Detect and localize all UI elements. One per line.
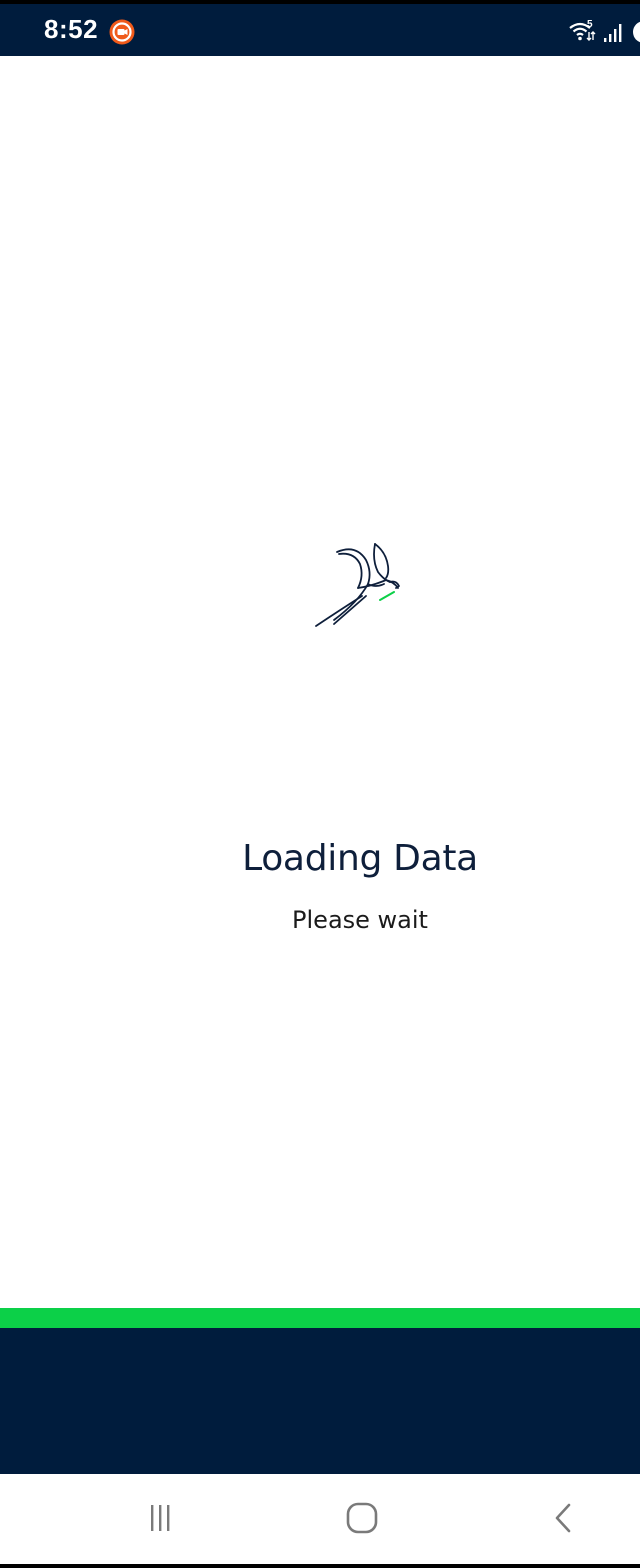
loading-subtitle: Please wait	[292, 906, 428, 934]
bottom-panel	[0, 1328, 640, 1474]
back-button[interactable]	[542, 1496, 586, 1540]
loading-screen: Loading Data Please wait	[0, 56, 640, 1308]
wifi-icon: 5	[569, 19, 596, 41]
accent-stripe	[0, 1308, 640, 1328]
status-bar-top-edge	[0, 0, 640, 4]
status-icons: 5	[560, 16, 640, 48]
status-time: 8:52	[44, 14, 99, 44]
status-bar: 8:52 5	[0, 0, 640, 56]
signal-icon	[604, 24, 622, 42]
navigation-bar	[0, 1474, 640, 1564]
wifi-badge: 5	[587, 19, 593, 30]
home-button[interactable]	[340, 1496, 384, 1540]
bird-logo-icon	[315, 543, 400, 627]
nav-bar-bottom-edge	[0, 1564, 640, 1568]
loading-title: Loading Data	[242, 838, 478, 879]
recents-icon	[151, 1505, 170, 1531]
app-screen: 8:52 5 Loading Data Please wait	[0, 0, 640, 1568]
recents-button[interactable]	[138, 1496, 182, 1540]
battery-icon	[633, 21, 640, 43]
screen-record-icon	[109, 19, 135, 45]
back-icon	[555, 1503, 571, 1533]
home-icon	[346, 1502, 378, 1534]
